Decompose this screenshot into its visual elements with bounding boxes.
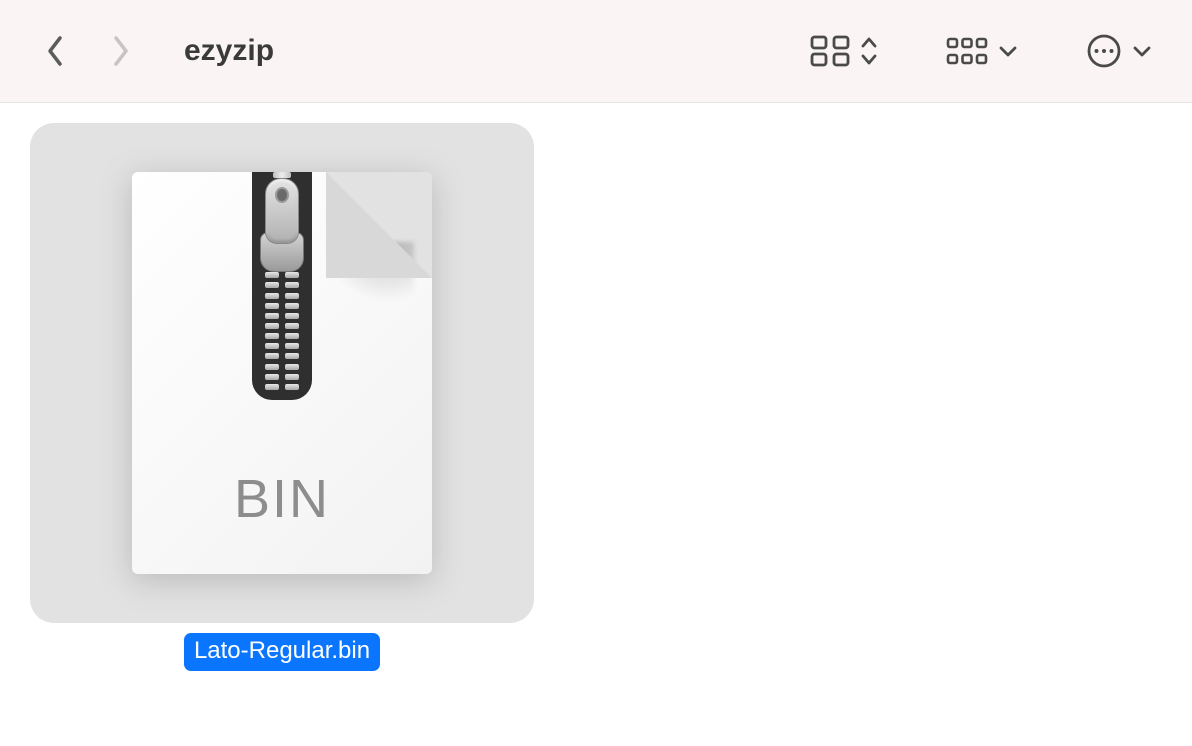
chevron-left-icon xyxy=(46,34,66,68)
more-circle-icon xyxy=(1086,33,1122,69)
file-thumbnail-selected[interactable]: BIN xyxy=(30,123,534,623)
up-down-chevron-icon xyxy=(860,35,878,67)
more-actions-button[interactable] xyxy=(1086,33,1152,69)
file-name-label[interactable]: Lato-Regular.bin xyxy=(184,633,380,671)
chevron-down-icon xyxy=(1132,44,1152,58)
nav-buttons xyxy=(40,35,136,67)
group-by-button[interactable] xyxy=(946,33,1018,69)
view-mode-button[interactable] xyxy=(810,33,878,69)
file-item[interactable]: BIN Lato-Regular.bin xyxy=(30,123,534,671)
file-extension-label: BIN xyxy=(132,468,432,530)
chevron-right-icon xyxy=(110,34,130,68)
grid-view-icon xyxy=(810,33,850,69)
back-button[interactable] xyxy=(40,35,72,67)
content-area[interactable]: BIN Lato-Regular.bin xyxy=(0,103,1192,746)
toolbar: ezyzip xyxy=(0,0,1192,103)
toolbar-right xyxy=(810,33,1152,69)
folder-title: ezyzip xyxy=(184,34,274,68)
group-icon xyxy=(946,33,988,69)
bin-archive-icon: BIN xyxy=(132,172,432,574)
chevron-down-icon xyxy=(998,44,1018,58)
forward-button[interactable] xyxy=(104,35,136,67)
